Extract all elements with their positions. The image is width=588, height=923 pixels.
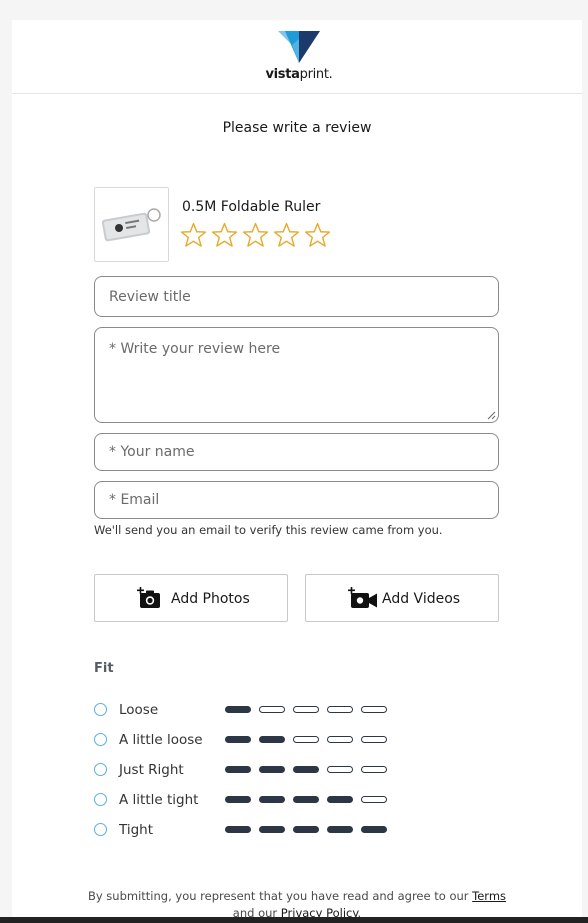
email-note: We'll send you an email to verify this r… [94,523,443,537]
email-placeholder: * Email [109,492,160,508]
fit-option-loose[interactable]: Loose [94,700,414,720]
fit-option-a-little-tight[interactable]: A little tight [94,790,414,810]
radio-button[interactable] [94,763,107,776]
logo-wordmark: vistaprint. [264,67,334,82]
name-placeholder: * Your name [109,444,195,460]
radio-button[interactable] [94,823,107,836]
fit-level-bars [225,736,387,743]
fit-level-bars [225,706,387,713]
review-body-textarea[interactable]: * Write your review here [94,327,499,423]
radio-button[interactable] [94,703,107,716]
fit-option-label: Tight [119,822,154,838]
review-card: vistaprint. Please write a review 0.5M F… [12,20,582,923]
logo-bold: vista [265,67,300,82]
terms-link[interactable]: Terms [472,889,506,903]
fit-option-label: A little loose [119,732,203,748]
logo-suffix: . [328,67,333,82]
star-icon-3[interactable] [242,222,269,248]
star-icon-1[interactable] [180,222,207,248]
header: vistaprint. [12,20,582,94]
star-rating[interactable] [180,222,331,248]
radio-button[interactable] [94,793,107,806]
fit-option-tight[interactable]: Tight [94,820,414,840]
fit-level-bars [225,826,387,833]
star-icon-2[interactable] [211,222,238,248]
vistaprint-logo-icon [278,31,320,63]
name-input[interactable]: * Your name [94,433,499,471]
window-bottom-edge [0,917,588,923]
legal-text: By submitting, you represent that you ha… [87,889,469,903]
review-body-placeholder: * Write your review here [109,341,281,357]
fit-option-label: Just Right [119,762,184,778]
video-camera-plus-icon [348,587,377,608]
star-icon-5[interactable] [304,222,331,248]
camera-plus-icon [137,587,160,608]
review-title-placeholder: Review title [109,289,191,305]
product-thumbnail [94,187,169,262]
fit-option-just-right[interactable]: Just Right [94,760,414,780]
review-title-input[interactable]: Review title [94,276,499,317]
add-photos-label: Add Photos [171,591,250,607]
star-icon-4[interactable] [273,222,300,248]
logo-light: print [299,67,329,82]
email-input[interactable]: * Email [94,481,499,519]
fit-level-bars [225,796,387,803]
fit-option-label: A little tight [119,792,199,808]
add-videos-label: Add Videos [382,591,461,607]
add-videos-button[interactable]: Add Videos [305,574,499,622]
fit-option-a-little-loose[interactable]: A little loose [94,730,414,750]
fit-level-bars [225,766,387,773]
radio-button[interactable] [94,733,107,746]
add-photos-button[interactable]: Add Photos [94,574,288,622]
product-name: 0.5M Foldable Ruler [182,199,321,215]
fit-option-label: Loose [119,702,159,718]
vistaprint-logo[interactable]: vistaprint. [264,31,334,89]
fit-heading: Fit [94,661,114,676]
page-title: Please write a review [222,120,372,136]
resize-grip-icon[interactable] [487,411,496,420]
ruler-image [101,208,161,242]
